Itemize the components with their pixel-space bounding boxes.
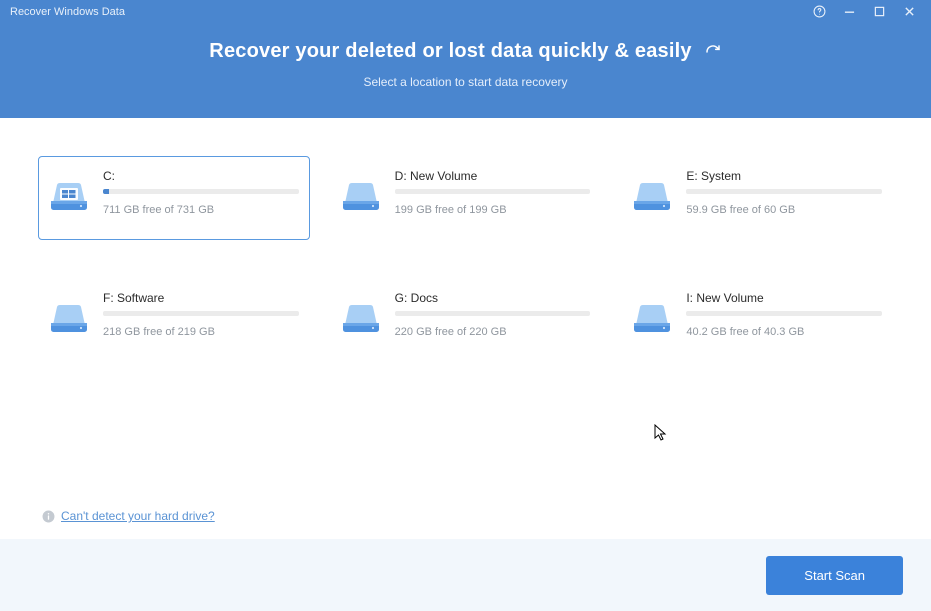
drive-usage-bar [103,189,299,194]
cursor-icon [654,424,668,442]
refresh-icon[interactable] [704,43,722,61]
info-icon [42,510,55,523]
drive-free-label: 199 GB free of 199 GB [395,204,591,216]
drive-free-label: 59.9 GB free of 60 GB [686,204,882,216]
detect-hard-drive-link[interactable]: Can't detect your hard drive? [61,509,215,523]
drive-name: C: [103,169,299,183]
window-controls [805,0,923,22]
drive-body: D: New Volume 199 GB free of 199 GB [395,169,591,216]
footer: Start Scan [0,539,931,611]
drive-free-label: 40.2 GB free of 40.3 GB [686,326,882,338]
drive-grid: C: 711 GB free of 731 GB D: New Volume 1… [38,156,893,362]
drive-body: I: New Volume 40.2 GB free of 40.3 GB [686,291,882,338]
drive-card[interactable]: F: Software 218 GB free of 219 GB [38,278,310,362]
content: C: 711 GB free of 731 GB D: New Volume 1… [0,118,931,362]
drive-body: F: Software 218 GB free of 219 GB [103,291,299,338]
header: Recover Windows Data Recover your delete… [0,0,931,118]
drive-card[interactable]: D: New Volume 199 GB free of 199 GB [330,156,602,240]
drive-name: I: New Volume [686,291,882,305]
drive-free-label: 220 GB free of 220 GB [395,326,591,338]
minimize-icon[interactable] [835,0,863,22]
app-title: Recover Windows Data [8,4,805,18]
drive-icon [49,295,89,335]
drive-body: C: 711 GB free of 731 GB [103,169,299,216]
subtitle: Select a location to start data recovery [0,75,931,89]
drive-name: G: Docs [395,291,591,305]
drive-icon [632,295,672,335]
drive-free-label: 218 GB free of 219 GB [103,326,299,338]
headline: Recover your deleted or lost data quickl… [209,40,691,63]
drive-body: G: Docs 220 GB free of 220 GB [395,291,591,338]
drive-usage-bar [686,311,882,316]
maximize-icon[interactable] [865,0,893,22]
drive-body: E: System 59.9 GB free of 60 GB [686,169,882,216]
help-icon[interactable] [805,0,833,22]
close-icon[interactable] [895,0,923,22]
detect-row: Can't detect your hard drive? [42,509,215,523]
drive-icon [341,173,381,213]
drive-icon [341,295,381,335]
drive-card[interactable]: C: 711 GB free of 731 GB [38,156,310,240]
drive-name: E: System [686,169,882,183]
drive-icon [632,173,672,213]
drive-card[interactable]: E: System 59.9 GB free of 60 GB [621,156,893,240]
drive-name: F: Software [103,291,299,305]
drive-usage-bar [103,311,299,316]
drive-usage-bar [686,189,882,194]
drive-card[interactable]: G: Docs 220 GB free of 220 GB [330,278,602,362]
drive-usage-bar [395,189,591,194]
drive-card[interactable]: I: New Volume 40.2 GB free of 40.3 GB [621,278,893,362]
drive-name: D: New Volume [395,169,591,183]
drive-usage-bar [395,311,591,316]
drive-free-label: 711 GB free of 731 GB [103,204,299,216]
titlebar: Recover Windows Data [0,0,931,22]
start-scan-button[interactable]: Start Scan [766,556,903,595]
drive-icon [49,173,89,213]
headline-row: Recover your deleted or lost data quickl… [0,40,931,63]
